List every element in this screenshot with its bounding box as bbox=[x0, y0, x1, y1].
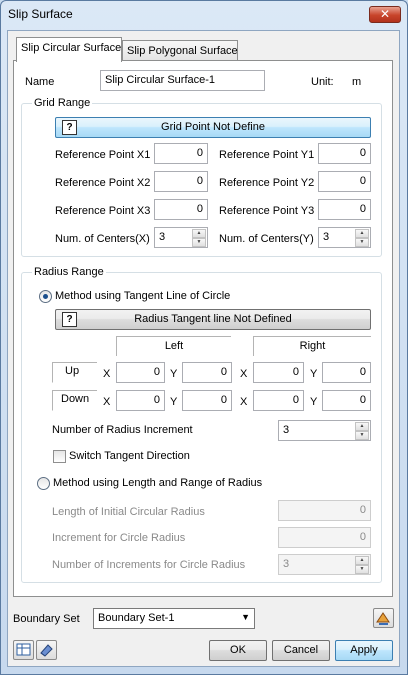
up-left-x-label: X bbox=[103, 368, 111, 380]
tab-slip-circular-surface[interactable]: Slip Circular Surface bbox=[16, 37, 122, 62]
switch-tangent-label: Switch Tangent Direction bbox=[69, 450, 190, 462]
right-header: Right bbox=[253, 336, 371, 356]
ref-y1-label: Reference Point Y1 bbox=[219, 149, 315, 161]
unit-label: Unit: bbox=[311, 76, 334, 88]
method-length-label: Method using Length and Range of Radius bbox=[53, 477, 263, 489]
close-button[interactable]: ✕ bbox=[369, 6, 401, 23]
centers-y-spinner[interactable]: 3 ▲ ▼ bbox=[318, 227, 371, 248]
centers-x-spinner[interactable]: 3 ▲ ▼ bbox=[154, 227, 208, 248]
centers-x-value: 3 bbox=[159, 231, 166, 243]
boundary-set-value: Boundary Set-1 bbox=[98, 612, 175, 624]
down-row-label: Down bbox=[52, 390, 97, 411]
eraser-icon[interactable] bbox=[36, 640, 57, 660]
radius-range-title: Radius Range bbox=[32, 266, 106, 278]
name-label: Name bbox=[25, 76, 55, 88]
boundary-tool-icon[interactable] bbox=[373, 608, 394, 628]
up-left-y-label: Y bbox=[170, 368, 178, 380]
num-increments-spinner[interactable]: 3 ▲ ▼ bbox=[278, 554, 371, 575]
name-input[interactable]: Slip Circular Surface-1 bbox=[100, 70, 265, 91]
ref-x2-input[interactable]: 0 bbox=[154, 171, 208, 192]
up-row-label: Up bbox=[52, 362, 97, 383]
down-left-x-input[interactable]: 0 bbox=[116, 390, 165, 411]
ref-x1-input[interactable]: 0 bbox=[154, 143, 208, 164]
ref-x3-label: Reference Point X3 bbox=[55, 205, 151, 217]
switch-tangent-checkbox[interactable] bbox=[53, 450, 66, 463]
centers-x-label: Num. of Centers(X) bbox=[55, 233, 150, 245]
cancel-button[interactable]: Cancel bbox=[272, 640, 330, 661]
ok-button[interactable]: OK bbox=[209, 640, 267, 661]
down-right-y-input[interactable]: 0 bbox=[322, 390, 371, 411]
spin-up-icon[interactable]: ▲ bbox=[355, 556, 369, 565]
help-icon: ? bbox=[62, 120, 77, 135]
radius-increment-spinner[interactable]: 3 ▲ ▼ bbox=[278, 420, 371, 441]
spin-down-icon[interactable]: ▼ bbox=[192, 238, 206, 247]
up-right-x-label: X bbox=[240, 368, 248, 380]
spin-up-icon[interactable]: ▲ bbox=[192, 229, 206, 238]
window-title: Slip Surface bbox=[8, 7, 73, 21]
ref-y3-label: Reference Point Y3 bbox=[219, 205, 315, 217]
grid-point-define-label: Grid Point Not Define bbox=[161, 121, 265, 133]
method-length-radio[interactable] bbox=[37, 477, 50, 490]
grid-range-title: Grid Range bbox=[32, 97, 93, 109]
title-bar[interactable]: Slip Surface ✕ bbox=[0, 0, 406, 28]
up-left-x-input[interactable]: 0 bbox=[116, 362, 165, 383]
spin-up-icon[interactable]: ▲ bbox=[355, 229, 369, 238]
down-right-x-input[interactable]: 0 bbox=[253, 390, 304, 411]
table-icon[interactable] bbox=[13, 640, 34, 660]
boundary-set-label: Boundary Set bbox=[13, 613, 80, 625]
down-left-x-label: X bbox=[103, 396, 111, 408]
initial-radius-label: Length of Initial Circular Radius bbox=[52, 506, 205, 518]
up-right-y-input[interactable]: 0 bbox=[322, 362, 371, 383]
left-header: Left bbox=[116, 336, 231, 356]
radius-increment-value: 3 bbox=[283, 424, 290, 436]
spin-down-icon[interactable]: ▼ bbox=[355, 238, 369, 247]
num-increments-label: Number of Increments for Circle Radius bbox=[52, 559, 246, 571]
increment-radius-input[interactable]: 0 bbox=[278, 527, 371, 548]
initial-radius-input[interactable]: 0 bbox=[278, 500, 371, 521]
centers-y-label: Num. of Centers(Y) bbox=[219, 233, 314, 245]
method-tangent-radio[interactable] bbox=[39, 290, 52, 303]
up-right-y-label: Y bbox=[310, 368, 318, 380]
spin-up-icon[interactable]: ▲ bbox=[355, 422, 369, 431]
increment-radius-label: Increment for Circle Radius bbox=[52, 532, 186, 544]
chevron-down-icon: ▼ bbox=[241, 612, 250, 622]
num-increments-value: 3 bbox=[283, 558, 290, 570]
radius-tangent-define-button[interactable]: ? Radius Tangent line Not Defined bbox=[55, 309, 371, 330]
radius-increment-label: Number of Radius Increment bbox=[52, 424, 193, 436]
radius-tangent-define-label: Radius Tangent line Not Defined bbox=[134, 313, 292, 325]
ref-x2-label: Reference Point X2 bbox=[55, 177, 151, 189]
method-tangent-label: Method using Tangent Line of Circle bbox=[55, 290, 231, 302]
centers-y-value: 3 bbox=[323, 231, 330, 243]
ref-y3-input[interactable]: 0 bbox=[318, 199, 371, 220]
grid-point-define-button[interactable]: ? Grid Point Not Define bbox=[55, 117, 371, 138]
ref-x3-input[interactable]: 0 bbox=[154, 199, 208, 220]
spin-down-icon[interactable]: ▼ bbox=[355, 431, 369, 440]
help-icon: ? bbox=[62, 312, 77, 327]
ref-y2-input[interactable]: 0 bbox=[318, 171, 371, 192]
down-right-x-label: X bbox=[240, 396, 248, 408]
apply-button[interactable]: Apply bbox=[335, 640, 393, 661]
ref-y1-input[interactable]: 0 bbox=[318, 143, 371, 164]
up-left-y-input[interactable]: 0 bbox=[182, 362, 232, 383]
ref-x1-label: Reference Point X1 bbox=[55, 149, 151, 161]
spin-down-icon[interactable]: ▼ bbox=[355, 565, 369, 574]
ref-y2-label: Reference Point Y2 bbox=[219, 177, 315, 189]
up-right-x-input[interactable]: 0 bbox=[253, 362, 304, 383]
down-left-y-label: Y bbox=[170, 396, 178, 408]
unit-value: m bbox=[352, 76, 362, 88]
down-left-y-input[interactable]: 0 bbox=[182, 390, 232, 411]
down-right-y-label: Y bbox=[310, 396, 318, 408]
tab-slip-polygonal-surface[interactable]: Slip Polygonal Surface bbox=[122, 40, 238, 62]
boundary-set-dropdown[interactable]: Boundary Set-1 ▼ bbox=[93, 608, 255, 629]
